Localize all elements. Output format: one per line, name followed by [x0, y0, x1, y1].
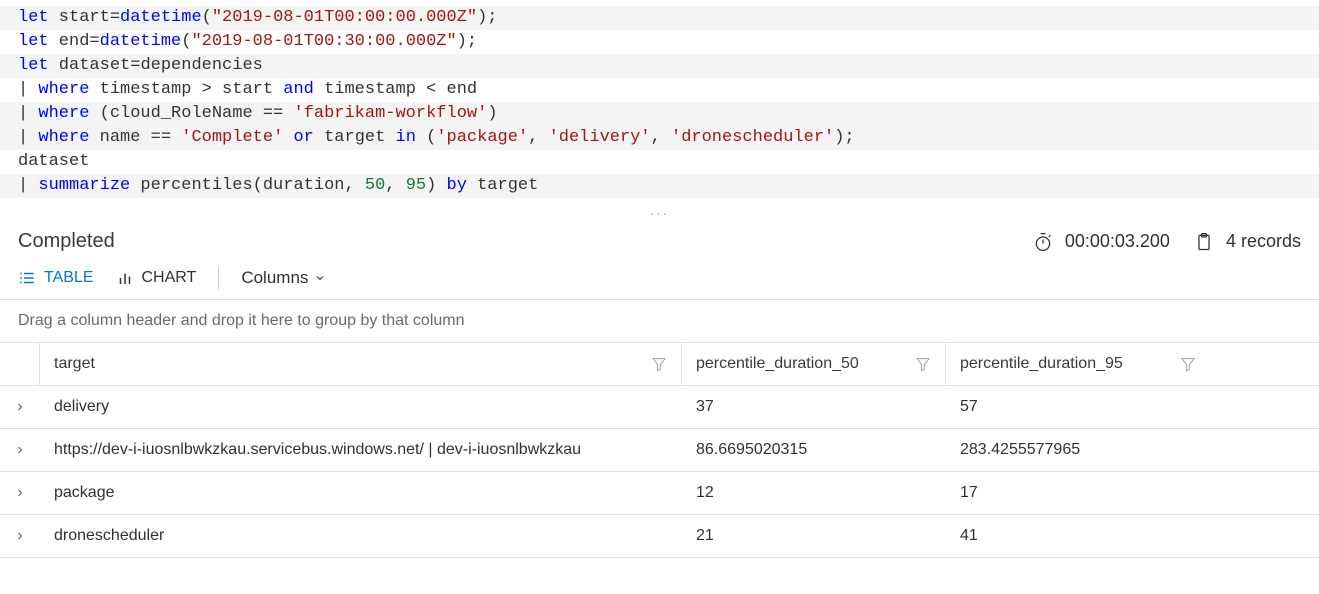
filter-icon[interactable] [915, 356, 931, 372]
expand-toggle[interactable] [0, 386, 40, 428]
expand-toggle[interactable] [0, 515, 40, 557]
cell-target: delivery [40, 386, 682, 428]
status-bar: Completed 00:00:03.200 4 records [0, 224, 1319, 267]
chevron-right-icon [14, 400, 26, 414]
expand-toggle[interactable] [0, 472, 40, 514]
cell-p50: 12 [682, 472, 946, 514]
filter-icon[interactable] [1180, 356, 1196, 372]
duration-value: 00:00:03.200 [1065, 231, 1170, 252]
query-line[interactable]: | summarize percentiles(duration, 50, 95… [0, 174, 1319, 198]
cell-p95: 17 [946, 472, 1210, 514]
tab-divider [218, 267, 219, 289]
cell-target: https://dev-i-iuosnlbwkzkau.servicebus.w… [40, 429, 682, 471]
cell-p95: 283.4255577965 [946, 429, 1210, 471]
query-line[interactable]: | where (cloud_RoleName == 'fabrikam-wor… [0, 102, 1319, 126]
column-p95-label: percentile_duration_95 [960, 355, 1123, 373]
column-p50[interactable]: percentile_duration_50 [682, 343, 946, 385]
query-line[interactable]: let start=datetime("2019-08-01T00:00:00.… [0, 6, 1319, 30]
tab-chart-label: CHART [142, 269, 197, 287]
columns-dropdown[interactable]: Columns [241, 268, 326, 288]
chevron-down-icon [314, 272, 326, 284]
tab-table[interactable]: TABLE [18, 269, 94, 287]
chart-icon [116, 269, 134, 287]
group-by-bar[interactable]: Drag a column header and drop it here to… [0, 300, 1319, 343]
cell-target: dronescheduler [40, 515, 682, 557]
table-row[interactable]: dronescheduler2141 [0, 515, 1319, 558]
chevron-right-icon [14, 443, 26, 457]
editor-splitter[interactable]: ··· [0, 210, 1319, 224]
cell-p50: 37 [682, 386, 946, 428]
chevron-right-icon [14, 529, 26, 543]
duration-group: 00:00:03.200 [1033, 231, 1170, 252]
table-header: target percentile_duration_50 percentile… [0, 343, 1319, 386]
table-row[interactable]: delivery3757 [0, 386, 1319, 429]
query-line[interactable]: let end=datetime("2019-08-01T00:30:00.00… [0, 30, 1319, 54]
filter-icon[interactable] [651, 356, 667, 372]
table-row[interactable]: package1217 [0, 472, 1319, 515]
columns-label: Columns [241, 268, 308, 288]
chevron-right-icon [14, 486, 26, 500]
records-value: 4 records [1226, 231, 1301, 252]
column-target[interactable]: target [40, 343, 682, 385]
cell-p95: 41 [946, 515, 1210, 557]
cell-p50: 21 [682, 515, 946, 557]
column-target-label: target [54, 355, 95, 373]
tab-chart[interactable]: CHART [116, 269, 197, 287]
cell-target: package [40, 472, 682, 514]
column-p50-label: percentile_duration_50 [696, 355, 859, 373]
cell-p50: 86.6695020315 [682, 429, 946, 471]
stopwatch-icon [1033, 232, 1053, 252]
view-tabs: TABLE CHART Columns [0, 267, 1319, 299]
query-line[interactable]: let dataset=dependencies [0, 54, 1319, 78]
column-p95[interactable]: percentile_duration_95 [946, 343, 1210, 385]
expand-toggle[interactable] [0, 429, 40, 471]
query-line[interactable]: | where timestamp > start and timestamp … [0, 78, 1319, 102]
column-expand [0, 343, 40, 385]
query-line[interactable]: | where name == 'Complete' or target in … [0, 126, 1319, 150]
table-icon [18, 269, 36, 287]
query-line[interactable]: dataset [0, 150, 1319, 174]
results-grid: Drag a column header and drop it here to… [0, 299, 1319, 558]
tab-table-label: TABLE [44, 269, 94, 287]
records-group: 4 records [1194, 231, 1301, 252]
clipboard-icon [1194, 232, 1214, 252]
cell-p95: 57 [946, 386, 1210, 428]
status-text: Completed [18, 230, 115, 253]
query-editor[interactable]: let start=datetime("2019-08-01T00:00:00.… [0, 0, 1319, 210]
table-row[interactable]: https://dev-i-iuosnlbwkzkau.servicebus.w… [0, 429, 1319, 472]
